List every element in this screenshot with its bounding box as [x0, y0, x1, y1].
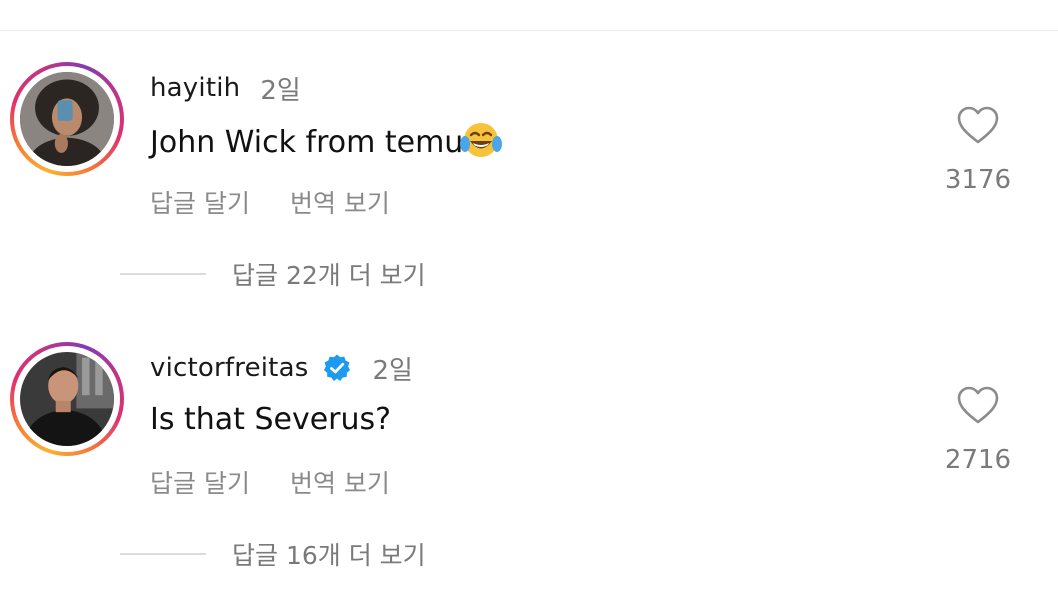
comment-timestamp: 2일 [372, 355, 413, 386]
heart-outline-icon[interactable] [956, 385, 1000, 425]
verified-badge-icon [324, 354, 351, 381]
comment-timestamp: 2일 [260, 75, 301, 106]
replies-divider-line [120, 553, 206, 555]
comment-text-content: Is that Severus? [150, 402, 392, 437]
reply-button[interactable]: 답글 달기 [150, 464, 250, 500]
comments-panel: hayitih 2일 John Wick from temu 답글 달기 번역 … [0, 0, 1058, 614]
comment-text-content: John Wick from temu [150, 124, 464, 160]
avatar[interactable] [20, 72, 114, 166]
avatar-story-ring[interactable] [10, 62, 124, 176]
like-area: 3176 [938, 105, 1018, 195]
see-translation-button[interactable]: 번역 보기 [290, 464, 390, 500]
avatar-photo-victorfreitas [20, 352, 114, 446]
like-count: 3176 [944, 165, 1012, 195]
see-translation-button[interactable]: 번역 보기 [290, 184, 390, 220]
face-with-tears-of-joy-icon [460, 123, 503, 157]
comment-item: hayitih 2일 John Wick from temu 답글 달기 번역 … [0, 60, 1058, 290]
reply-button[interactable]: 답글 달기 [150, 184, 250, 220]
comment-username[interactable]: victorfreitas [150, 353, 308, 383]
heart-outline-icon[interactable] [956, 105, 1000, 145]
view-replies-row[interactable]: 답글 16개 더 보기 [120, 536, 426, 572]
view-replies-button[interactable]: 답글 22개 더 보기 [232, 256, 426, 292]
avatar-story-ring[interactable] [10, 342, 124, 456]
avatar-photo-hayitih [20, 72, 114, 166]
comment-text: John Wick from temu [150, 122, 503, 162]
replies-divider-line [120, 273, 206, 275]
view-replies-row[interactable]: 답글 22개 더 보기 [120, 256, 426, 292]
comment-username[interactable]: hayitih [150, 73, 240, 103]
comment-text: Is that Severus? [150, 402, 391, 437]
view-replies-button[interactable]: 답글 16개 더 보기 [232, 536, 426, 572]
like-count: 2716 [944, 445, 1012, 475]
avatar[interactable] [20, 352, 114, 446]
like-area: 2716 [938, 385, 1018, 475]
top-divider [0, 30, 1058, 31]
comment-item: victorfreitas 2일 Is that Severus? 답글 달기 … [0, 340, 1058, 570]
